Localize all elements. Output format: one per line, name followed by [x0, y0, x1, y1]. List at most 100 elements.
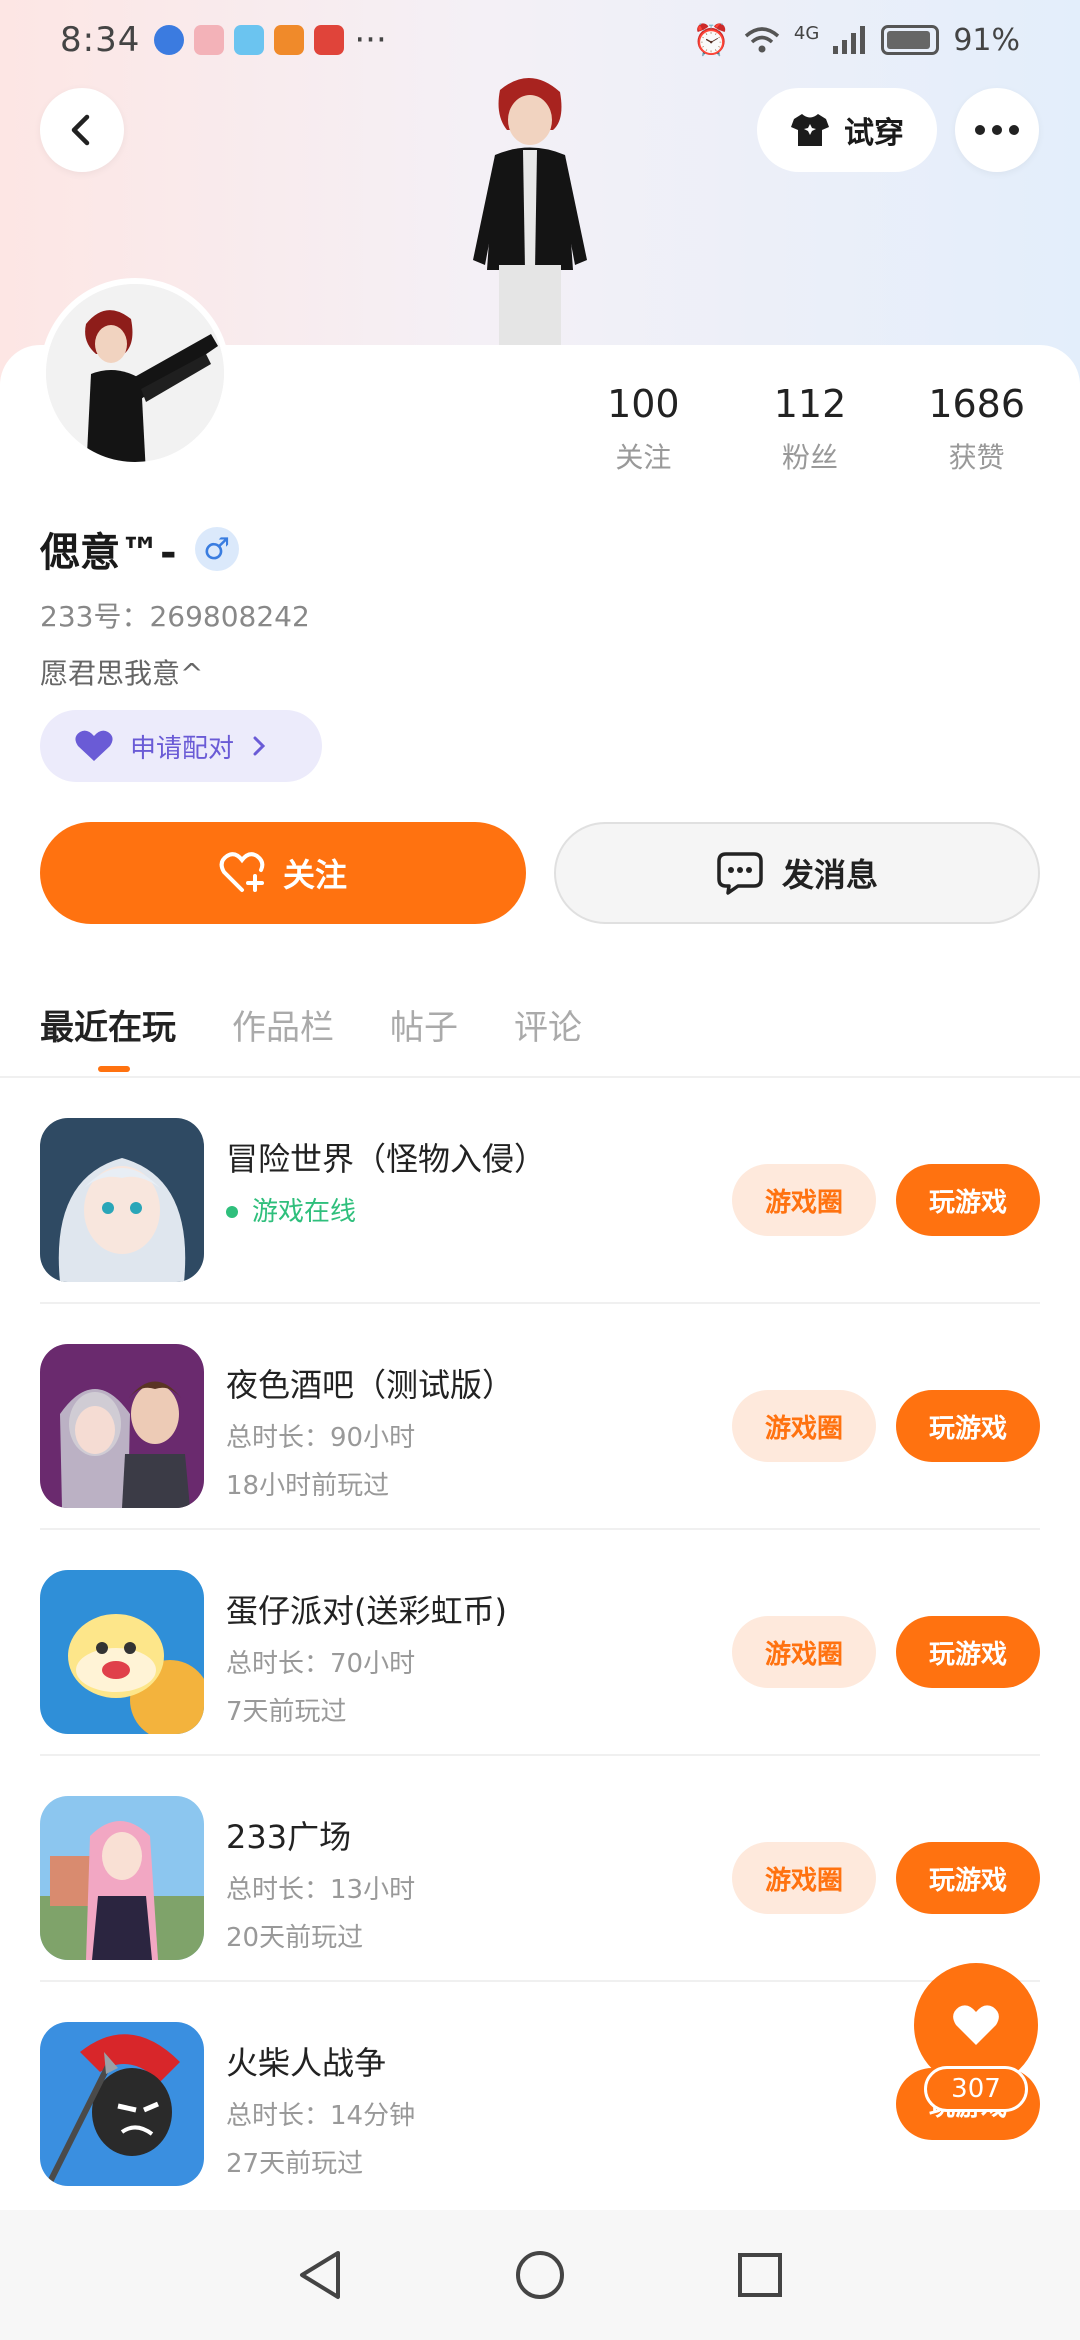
game-meta: 总时长：70小时 7天前玩过	[226, 1640, 415, 1736]
game-icon[interactable]	[40, 1118, 204, 1282]
game-last-played: 7天前玩过	[226, 1697, 347, 1727]
game-title: 233广场	[226, 1818, 352, 1856]
chevron-right-icon	[253, 736, 266, 756]
apply-pair-label: 申请配对	[130, 733, 235, 764]
play-game-button[interactable]: 玩游戏	[896, 1616, 1040, 1688]
app-notification-icon	[154, 25, 185, 55]
stat-value: 112	[773, 382, 847, 426]
game-circle-button[interactable]: 游戏圈	[732, 1390, 876, 1462]
username: 偲意™- ♂	[40, 520, 239, 578]
nav-home-icon[interactable]	[514, 2249, 566, 2301]
user-bio: 愿君思我意^	[40, 657, 204, 690]
list-item[interactable]: 火柴人战争 总时长：14分钟 27天前玩过 玩游戏	[40, 1982, 1040, 2208]
more-dots-icon	[975, 125, 1019, 135]
game-title: 夜色酒吧（测试版）	[226, 1366, 515, 1404]
signal-icon	[833, 26, 866, 54]
follow-label: 关注	[282, 856, 347, 894]
heart-icon	[75, 730, 113, 761]
send-message-button[interactable]: 发消息	[554, 822, 1040, 924]
game-circle-button[interactable]: 游戏圈	[732, 1616, 876, 1688]
nav-recents-icon[interactable]	[736, 2251, 784, 2299]
tab-works[interactable]: 作品栏	[232, 1000, 334, 1049]
game-circle-button[interactable]: 游戏圈	[732, 1164, 876, 1236]
status-time: 8:34	[60, 20, 141, 60]
play-game-button[interactable]: 玩游戏	[896, 1390, 1040, 1462]
list-item[interactable]: 夜色酒吧（测试版） 总时长：90小时 18小时前玩过 游戏圈 玩游戏	[40, 1304, 1040, 1530]
wifi-icon	[744, 27, 780, 53]
profile-stats: 100 关注 112 粉丝 1686 获赞	[560, 382, 1060, 476]
username-text: 偲意™-	[40, 530, 177, 576]
tab-comments[interactable]: 评论	[514, 1000, 582, 1049]
list-item[interactable]: 233广场 总时长：13小时 20天前玩过 游戏圈 玩游戏	[40, 1756, 1040, 1982]
online-dot-icon	[226, 1206, 238, 1218]
battery-percent: 91%	[953, 22, 1020, 58]
game-last-played: 20天前玩过	[226, 1923, 364, 1953]
system-nav-bar	[0, 2210, 1080, 2340]
play-game-button[interactable]: 玩游戏	[896, 1842, 1040, 1914]
try-on-button[interactable]: 试穿	[757, 88, 937, 172]
list-item[interactable]: 蛋仔派对(送彩虹币) 总时长：70小时 7天前玩过 游戏圈 玩游戏	[40, 1530, 1040, 1756]
avatar[interactable]	[40, 278, 230, 468]
nav-back-icon[interactable]	[296, 2249, 344, 2301]
profile-tabs: 最近在玩 作品栏 帖子 评论	[40, 1000, 582, 1072]
stat-value: 100	[607, 382, 680, 426]
game-icon[interactable]	[40, 1344, 204, 1508]
chevron-left-icon	[71, 114, 90, 146]
stat-label: 粉丝	[782, 441, 839, 474]
tab-posts[interactable]: 帖子	[390, 1000, 458, 1049]
more-notifications-icon: ···	[354, 20, 387, 60]
like-count-badge: 307	[924, 2066, 1028, 2112]
play-game-button[interactable]: 玩游戏	[896, 1164, 1040, 1236]
apply-pair-button[interactable]: 申请配对	[40, 710, 322, 782]
stat-following[interactable]: 100 关注	[560, 382, 727, 476]
user-id: 233号：269808242	[40, 600, 310, 633]
send-message-label: 发消息	[781, 856, 878, 894]
more-button[interactable]	[955, 88, 1039, 172]
game-last-played: 18小时前玩过	[226, 1471, 390, 1501]
network-type: 4G	[793, 22, 820, 44]
battery-icon	[881, 25, 940, 55]
list-item[interactable]: 冒险世界（怪物入侵） 游戏在线 游戏圈 玩游戏	[40, 1078, 1040, 1304]
game-duration: 总时长：90小时	[226, 1423, 416, 1453]
app-notification-icon	[194, 25, 225, 55]
game-icon[interactable]	[40, 1570, 204, 1734]
tshirt-icon	[791, 114, 829, 146]
online-status: 游戏在线	[226, 1188, 356, 1236]
chat-bubble-icon	[717, 852, 763, 895]
game-title: 火柴人战争	[226, 2044, 387, 2082]
stat-likes[interactable]: 1686 获赞	[893, 382, 1060, 476]
avatar-3d-figure	[455, 70, 605, 345]
game-circle-button[interactable]: 游戏圈	[732, 1842, 876, 1914]
game-icon[interactable]	[40, 1796, 204, 1960]
alarm-icon: ⏰	[692, 22, 730, 58]
game-meta: 总时长：13小时 20天前玩过	[226, 1866, 415, 1962]
stat-label: 关注	[615, 441, 672, 474]
tab-recently-played[interactable]: 最近在玩	[40, 1000, 176, 1072]
online-status-label: 游戏在线	[252, 1197, 357, 1227]
game-duration: 总时长：70小时	[226, 1649, 416, 1679]
app-notification-icon	[234, 25, 265, 55]
male-gender-icon: ♂	[194, 527, 239, 571]
game-duration: 总时长：14分钟	[226, 2101, 416, 2131]
game-meta: 总时长：90小时 18小时前玩过	[226, 1414, 415, 1510]
game-title: 冒险世界（怪物入侵）	[226, 1140, 547, 1178]
status-bar: 8:34 ··· ⏰ 4G 91%	[0, 0, 1080, 80]
game-title: 蛋仔派对(送彩虹币)	[226, 1592, 507, 1630]
stat-followers[interactable]: 112 粉丝	[727, 382, 894, 476]
stat-value: 1686	[928, 382, 1026, 426]
game-last-played: 27天前玩过	[226, 2149, 364, 2179]
follow-button[interactable]: 关注	[40, 822, 526, 924]
app-notification-icon	[314, 25, 345, 55]
game-meta: 游戏在线	[226, 1188, 356, 1236]
back-button[interactable]	[40, 88, 124, 172]
stat-label: 获赞	[948, 441, 1005, 474]
game-icon[interactable]	[40, 2022, 204, 2186]
game-duration: 总时长：13小时	[226, 1875, 416, 1905]
heart-add-icon	[219, 852, 265, 892]
app-notification-icon	[274, 25, 305, 55]
heart-icon	[953, 2005, 999, 2045]
game-meta: 总时长：14分钟 27天前玩过	[226, 2092, 415, 2188]
notification-icons: ···	[154, 20, 387, 60]
try-on-label: 试穿	[844, 116, 904, 151]
status-right: ⏰ 4G 91%	[693, 23, 1020, 58]
